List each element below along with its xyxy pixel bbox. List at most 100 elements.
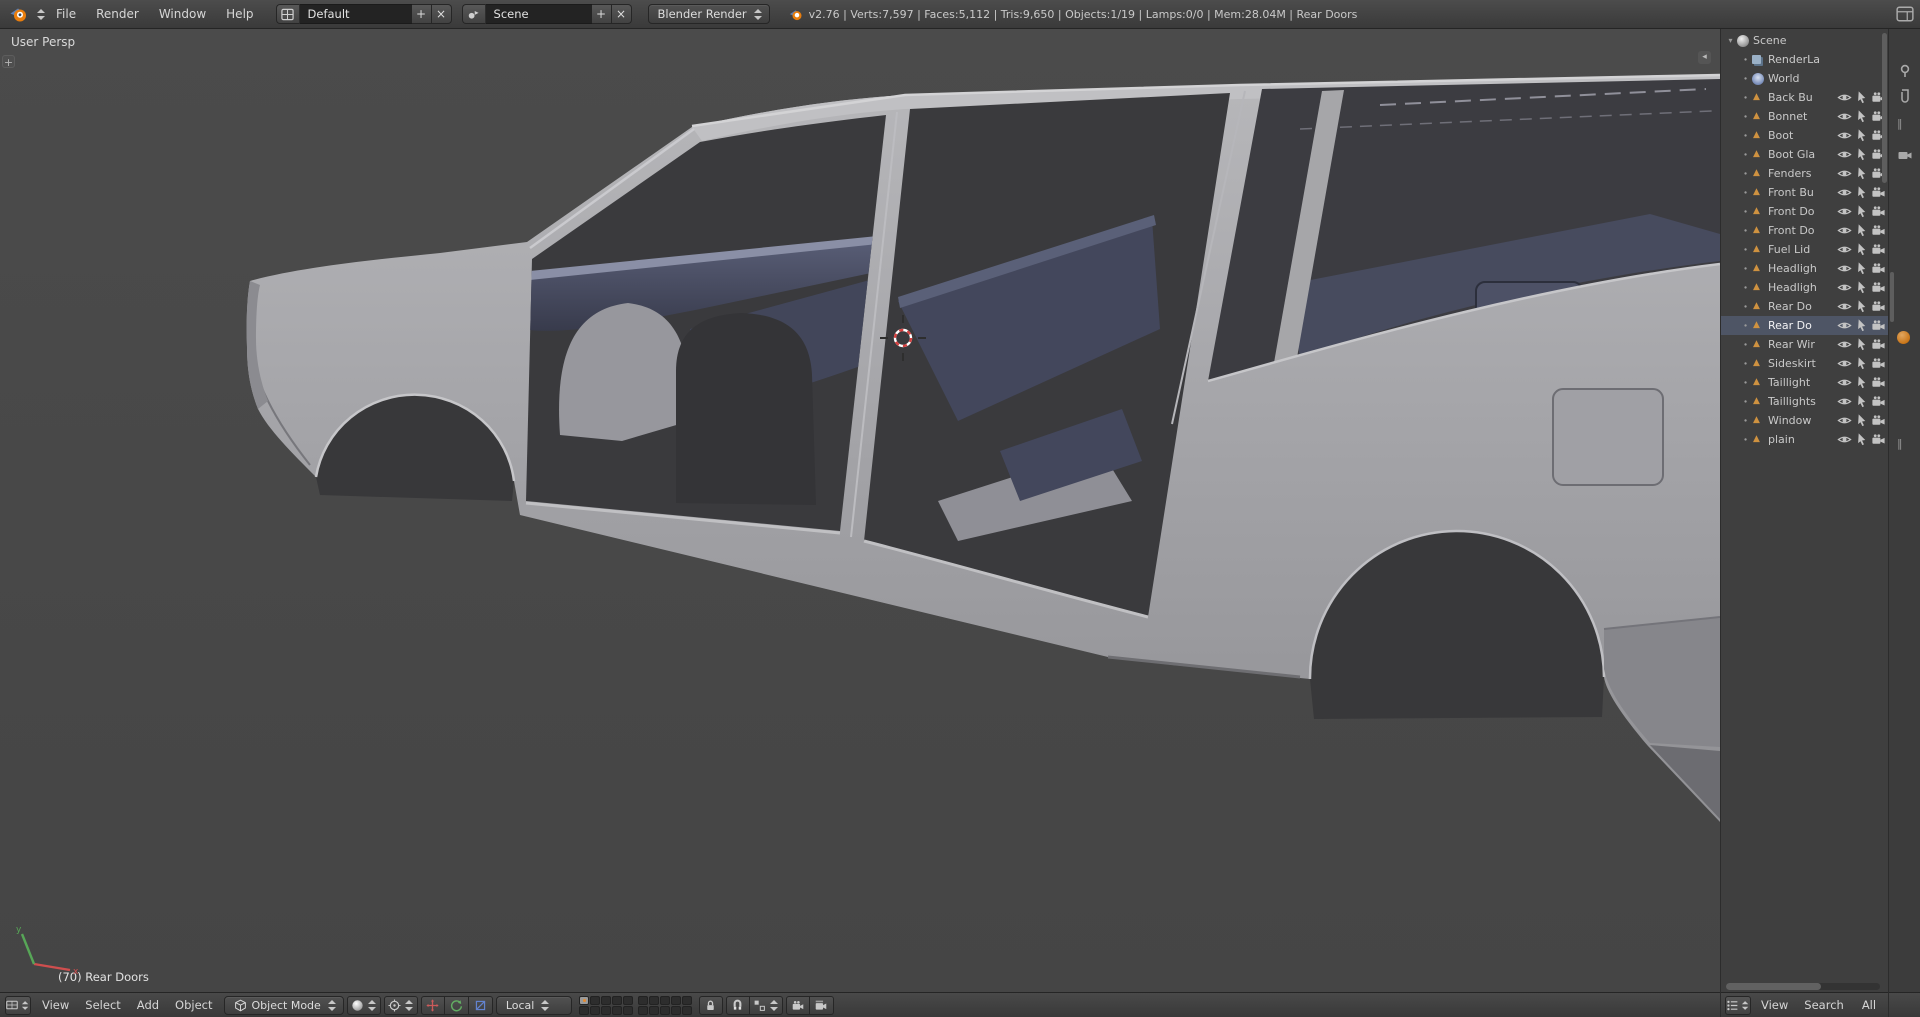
visibility-eye-icon[interactable] <box>1837 109 1852 124</box>
selectability-cursor-icon[interactable] <box>1854 90 1869 105</box>
selectability-cursor-icon[interactable] <box>1854 109 1869 124</box>
selectability-cursor-icon[interactable] <box>1854 261 1869 276</box>
outliner-item-label[interactable]: Headligh <box>1768 262 1837 275</box>
mode-select[interactable]: Object Mode <box>223 995 344 1015</box>
visibility-eye-icon[interactable] <box>1837 166 1852 181</box>
outliner-item-label[interactable]: Boot Gla <box>1768 148 1837 161</box>
fuel-lid[interactable] <box>1552 388 1664 486</box>
outliner-item[interactable]: ∙ Taillights <box>1721 392 1888 411</box>
outliner-item-label[interactable]: Fuel Lid <box>1768 243 1837 256</box>
layer-toggle[interactable] <box>578 1005 589 1015</box>
expander-icon[interactable]: ∙ <box>1740 207 1751 216</box>
visibility-eye-icon[interactable] <box>1837 128 1852 143</box>
outliner-item-label[interactable]: Back Bu <box>1768 91 1837 104</box>
screen-layout-add-button[interactable]: + <box>411 4 432 24</box>
outliner-item-label[interactable]: Bonnet <box>1768 110 1837 123</box>
screen-layout-name[interactable]: Default <box>299 4 412 24</box>
scene-browse-button[interactable] <box>461 4 486 24</box>
visibility-eye-icon[interactable] <box>1837 280 1852 295</box>
viewport-shading-select[interactable] <box>346 995 381 1015</box>
viewport-3d[interactable]: User Persp + ◂ (70) Rear Doors x y <box>0 29 1720 992</box>
layer-toggle[interactable] <box>637 995 648 1005</box>
visibility-eye-icon[interactable] <box>1837 261 1852 276</box>
outliner-item-label[interactable]: Front Do <box>1768 205 1837 218</box>
outliner-item[interactable]: ∙ Rear Do <box>1721 316 1888 335</box>
outliner-tree[interactable]: ▾ Scene ∙ RenderLa ∙ World ∙ Back Bu ∙ B… <box>1721 29 1888 984</box>
layer-toggle[interactable] <box>589 1005 600 1015</box>
screen-layout-delete-button[interactable]: × <box>431 4 452 24</box>
render-engine-select[interactable]: Blender Render <box>647 4 770 24</box>
selectability-cursor-icon[interactable] <box>1854 413 1869 428</box>
selectability-cursor-icon[interactable] <box>1854 337 1869 352</box>
expander-icon[interactable]: ∙ <box>1740 112 1751 121</box>
header-menu-item[interactable]: Help <box>216 0 263 29</box>
visibility-eye-icon[interactable] <box>1837 337 1852 352</box>
window-layout-icon[interactable] <box>1896 5 1914 23</box>
outliner-item-label[interactable]: RenderLa <box>1768 53 1888 66</box>
expander-icon[interactable]: ∙ <box>1740 55 1751 64</box>
outliner-item-label[interactable]: Window <box>1768 414 1837 427</box>
layer-toggle[interactable] <box>670 1005 681 1015</box>
pin-icon[interactable] <box>1897 63 1913 79</box>
view3d-menu-item[interactable]: Add <box>129 993 167 1017</box>
outliner-menu-item[interactable]: Search <box>1796 993 1852 1017</box>
layer-toggle[interactable] <box>659 995 670 1005</box>
layer-toggle[interactable] <box>611 995 622 1005</box>
outliner-item[interactable]: ∙ Window <box>1721 411 1888 430</box>
layer-toggle[interactable] <box>622 995 633 1005</box>
outliner-item[interactable]: ∙ Headligh <box>1721 259 1888 278</box>
view3d-menu-item[interactable]: View <box>34 993 77 1017</box>
header-menu-item[interactable]: Render <box>86 0 149 29</box>
layer-toggle[interactable] <box>600 995 611 1005</box>
outliner-item[interactable]: ∙ Front Do <box>1721 221 1888 240</box>
renderability-camera-icon[interactable] <box>1871 432 1886 447</box>
outliner-item[interactable]: ∙ Fuel Lid <box>1721 240 1888 259</box>
layer-toggle[interactable] <box>659 1005 670 1015</box>
expander-icon[interactable]: ∙ <box>1740 321 1751 330</box>
outliner-menu-item[interactable]: View <box>1753 993 1796 1017</box>
outliner-item[interactable]: ∙ Fenders <box>1721 164 1888 183</box>
outliner-item-label[interactable]: plain <box>1768 433 1837 446</box>
outliner-item-label[interactable]: Taillight <box>1768 376 1837 389</box>
layer-toggle[interactable] <box>622 1005 633 1015</box>
layer-toggle[interactable] <box>648 1005 659 1015</box>
scene-name[interactable]: Scene <box>485 4 592 24</box>
layer-toggle[interactable] <box>578 995 589 1005</box>
outliner-hscrollbar[interactable] <box>1726 983 1880 990</box>
expander-icon[interactable]: ∙ <box>1740 245 1751 254</box>
screen-layout-browse-button[interactable] <box>275 4 300 24</box>
expander-icon[interactable]: ∙ <box>1740 397 1751 406</box>
outliner-item-label[interactable]: Headligh <box>1768 281 1837 294</box>
render-still-button[interactable] <box>785 995 810 1015</box>
expander-icon[interactable]: ∙ <box>1740 131 1751 140</box>
editor-type-button[interactable] <box>5 995 31 1015</box>
expander-icon[interactable]: ∙ <box>1740 93 1751 102</box>
header-menu-item[interactable]: File <box>46 0 86 29</box>
outliner-item[interactable]: ∙ Back Bu <box>1721 88 1888 107</box>
selectability-cursor-icon[interactable] <box>1854 147 1869 162</box>
expander-icon[interactable]: ∙ <box>1740 359 1751 368</box>
renderability-camera-icon[interactable] <box>1871 337 1886 352</box>
visibility-eye-icon[interactable] <box>1837 356 1852 371</box>
expander-icon[interactable]: ∙ <box>1740 435 1751 444</box>
selectability-cursor-icon[interactable] <box>1854 299 1869 314</box>
expander-icon[interactable]: ▾ <box>1725 36 1736 45</box>
visibility-eye-icon[interactable] <box>1837 223 1852 238</box>
renderability-camera-icon[interactable] <box>1871 394 1886 409</box>
render-animation-button[interactable] <box>809 995 834 1015</box>
layer-toggle[interactable] <box>648 995 659 1005</box>
outliner-item-label[interactable]: Sideskirt <box>1768 357 1837 370</box>
renderability-camera-icon[interactable] <box>1871 356 1886 371</box>
selectability-cursor-icon[interactable] <box>1854 204 1869 219</box>
renderability-camera-icon[interactable] <box>1871 375 1886 390</box>
selectability-cursor-icon[interactable] <box>1854 166 1869 181</box>
selectability-cursor-icon[interactable] <box>1854 318 1869 333</box>
view3d-menu-item[interactable]: Object <box>167 993 220 1017</box>
outliner-item-label[interactable]: Boot <box>1768 129 1837 142</box>
outliner-display-mode-select[interactable]: All <box>1854 993 1884 1017</box>
lock-button[interactable] <box>698 995 723 1015</box>
transform-orientation-select[interactable]: Local <box>495 995 572 1015</box>
visibility-eye-icon[interactable] <box>1837 147 1852 162</box>
selectability-cursor-icon[interactable] <box>1854 223 1869 238</box>
visibility-eye-icon[interactable] <box>1837 432 1852 447</box>
